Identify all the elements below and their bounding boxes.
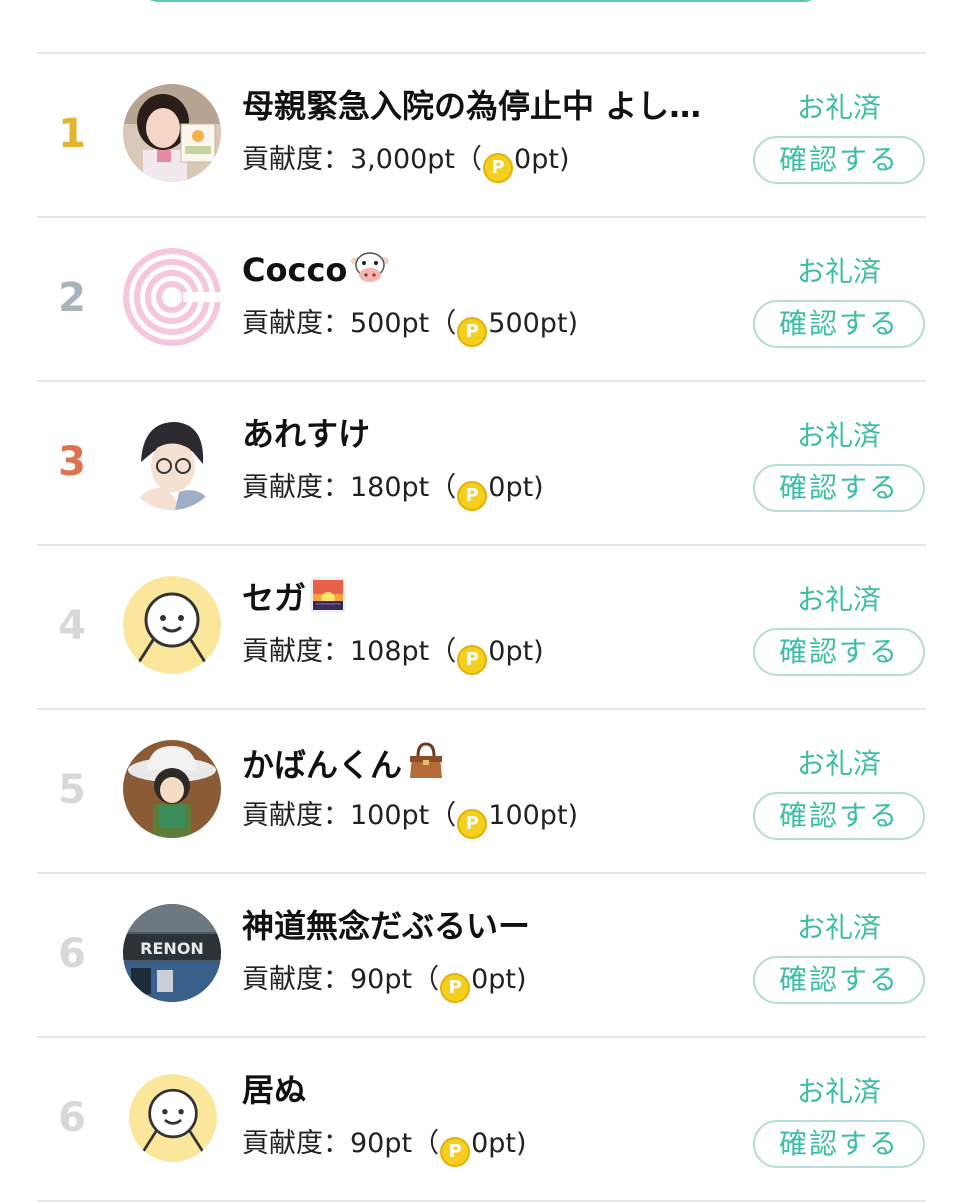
confirm-button[interactable]: 確認する [753,628,925,676]
rank-number: 5 [58,767,86,813]
coin-points: 500pt [488,308,568,339]
handbag-icon [406,740,446,791]
coin-points: 0pt [471,1128,516,1159]
score-label: 貢献度： [242,800,350,831]
thanks-status: お礼済 [797,583,882,616]
contribution-score: 貢献度：180pt（ P 0pt) [242,468,544,511]
rank-number: 1 [58,111,86,157]
coin-icon: P [440,1137,471,1167]
avatar[interactable] [123,740,221,838]
score-label: 貢献度： [242,144,350,175]
score-label: 貢献度： [242,472,350,503]
score-label: 貢献度： [242,636,350,667]
contribution-score: 貢献度：100pt（ P 100pt) [242,796,578,839]
avatar[interactable] [123,576,221,674]
score-label: 貢献度： [242,308,350,339]
score-value: 90pt [350,964,413,995]
ranking-row: 6 居ぬ 貢献度：90pt（ P 0pt) お礼済 確認する [37,1036,926,1202]
contribution-score: 貢献度：500pt（ P 500pt) [242,304,578,347]
contribution-score: 貢献度：90pt（ P 0pt) [242,960,527,1003]
score-label: 貢献度： [242,1128,350,1159]
user-name-text: あれすけ [242,415,371,453]
confirm-button[interactable]: 確認する [753,956,925,1004]
coin-points: 0pt [488,636,534,667]
coin-icon: P [457,317,488,347]
rank-number: 6 [58,1095,86,1141]
score-label: 貢献度： [242,964,350,995]
coin-points: 0pt [488,472,534,503]
confirm-button[interactable]: 確認する [753,1120,925,1168]
ranking-row: 5 かばんくん 貢献度：100pt（ P 100pt) お礼済 確認する [37,708,926,872]
avatar[interactable] [123,412,221,510]
user-name[interactable]: かばんくん [242,740,752,791]
thanks-status: お礼済 [797,911,882,944]
thanks-status: お礼済 [797,747,882,780]
contribution-score: 貢献度：3,000pt（ P 0pt) [242,140,569,183]
rank-number: 3 [58,439,86,485]
coin-icon: P [457,809,488,839]
user-name[interactable]: あれすけ [242,412,752,456]
thanks-status: お礼済 [797,419,882,452]
coin-icon: P [457,481,488,511]
top-action-button-edge[interactable] [135,0,827,2]
coin-icon: P [457,645,488,675]
user-name[interactable]: 母親緊急入院の為停止中 よし… [242,84,752,128]
coin-icon: P [440,973,471,1003]
user-name-text: かばんくん [242,746,403,784]
confirm-button[interactable]: 確認する [753,136,925,184]
rank-number: 4 [58,603,86,649]
sunrise-icon [310,577,347,624]
user-name-text: セガ [242,579,307,617]
user-name-text: 母親緊急入院の為停止中 よし… [242,87,702,125]
contribution-score: 貢献度：108pt（ P 0pt) [242,632,544,675]
avatar[interactable]: RENON [123,904,221,1002]
cow-face-icon [351,251,390,296]
thanks-status: お礼済 [797,255,882,288]
score-value: 500pt [350,308,430,339]
score-value: 180pt [350,472,430,503]
user-name[interactable]: 神道無念だぶるいー [242,904,752,948]
score-value: 108pt [350,636,430,667]
coin-points: 0pt [471,964,516,995]
ranking-row: 2 Cocco 貢献度：500pt（ P 500pt) お礼済 確認する [37,216,926,380]
confirm-button[interactable]: 確認する [753,300,925,348]
user-name-text: 居ぬ [242,1071,307,1109]
thanks-status: お礼済 [797,1075,882,1108]
ranking-list: 1 母親緊急入院の為停止中 よし… 貢献度：3,000pt（ P 0pt) お礼済 … [37,52,926,1202]
user-name-text: 神道無念だぶるいー [242,907,531,945]
coin-icon: P [483,153,514,183]
ranking-row: 1 母親緊急入院の為停止中 よし… 貢献度：3,000pt（ P 0pt) お礼済 … [37,52,926,216]
user-name[interactable]: セガ [242,576,752,624]
coin-points: 100pt [488,800,568,831]
thanks-status: お礼済 [797,91,882,124]
score-value: 90pt [350,1128,413,1159]
user-name[interactable]: 居ぬ [242,1068,752,1112]
rank-number: 6 [58,931,86,977]
ranking-row: 4 セガ 貢献度：108pt（ P 0pt) お礼済 確認する [37,544,926,708]
score-value: 3,000pt [350,144,456,175]
avatar[interactable] [129,1074,217,1162]
user-name-text: Cocco [242,251,348,289]
user-name[interactable]: Cocco [242,248,752,296]
avatar[interactable] [123,248,221,346]
score-value: 100pt [350,800,430,831]
rank-number: 2 [58,275,86,321]
coin-points: 0pt [514,144,559,175]
confirm-button[interactable]: 確認する [753,464,925,512]
contribution-score: 貢献度：90pt（ P 0pt) [242,1124,527,1167]
ranking-row: 3 あれすけ 貢献度：180pt（ P 0pt) お礼済 確認する [37,380,926,544]
avatar[interactable] [123,84,221,182]
confirm-button[interactable]: 確認する [753,792,925,840]
ranking-row: 6 RENON 神道無念だぶるいー 貢献度：90pt（ P 0pt) お礼済 確認す… [37,872,926,1036]
svg-text:RENON: RENON [140,939,204,958]
